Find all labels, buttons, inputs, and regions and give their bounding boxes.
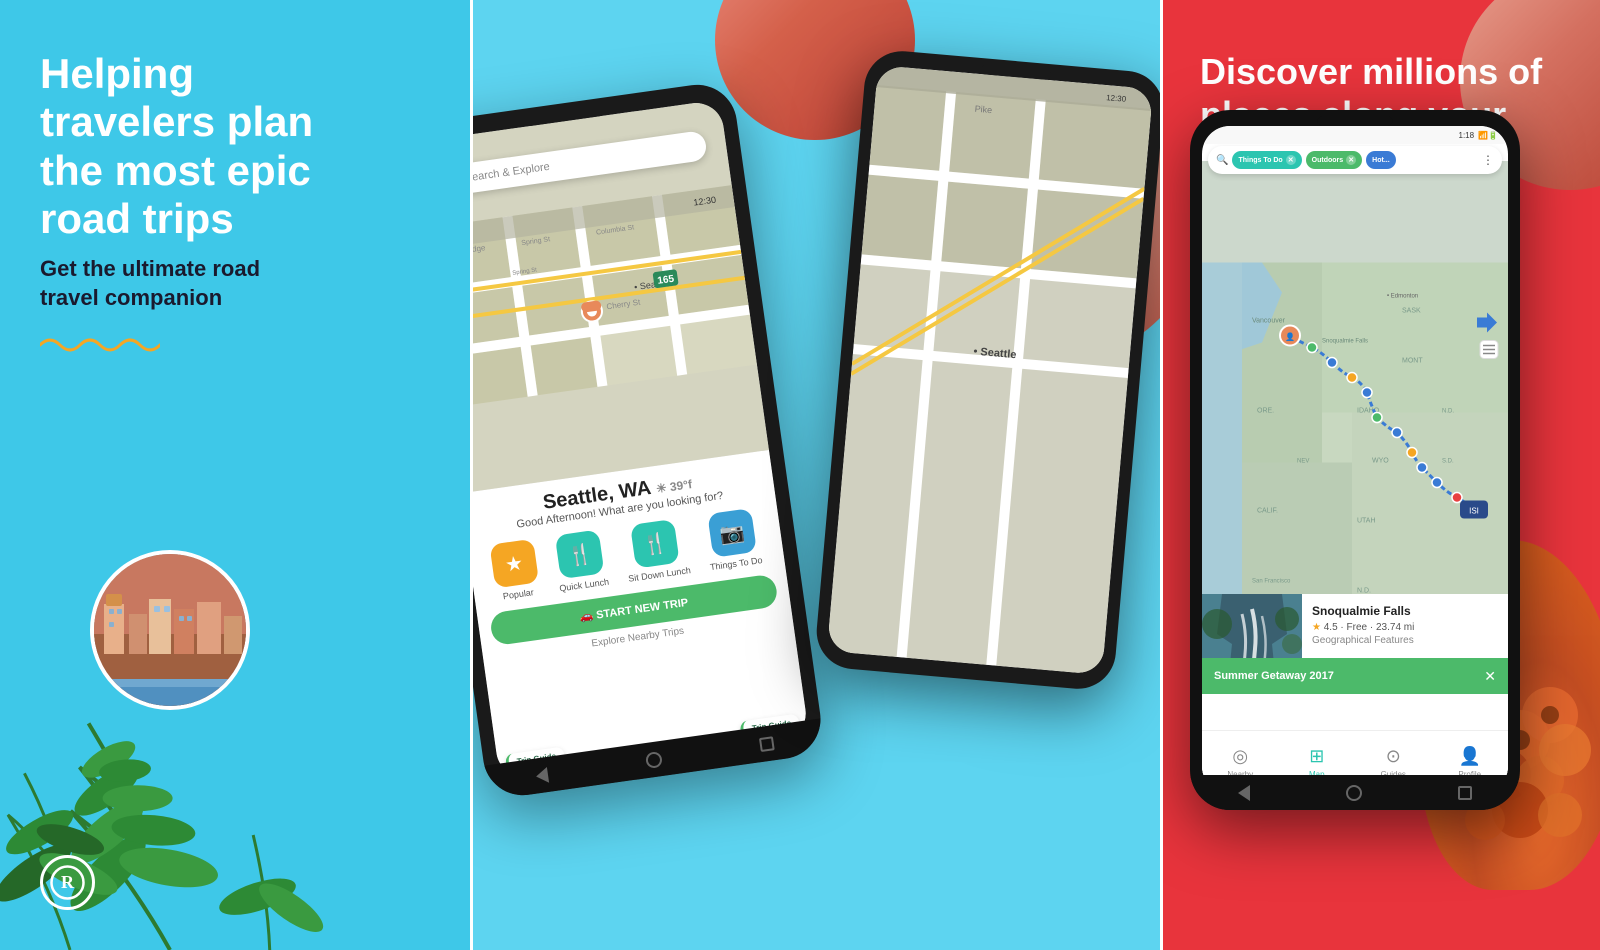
svg-text:UTAH: UTAH xyxy=(1357,518,1376,525)
recents-button[interactable] xyxy=(759,736,775,752)
svg-text:Vancouver: Vancouver xyxy=(1252,318,1286,325)
trip-name: Summer Getaway 2017 xyxy=(1214,670,1334,682)
trip-banner: Summer Getaway 2017 ✕ xyxy=(1202,658,1508,694)
phone1-screen: West Edge Spring St Columbia St Cherry S… xyxy=(470,99,809,780)
popular-icon-box: ★ xyxy=(489,539,539,589)
middle-panel: West Edge Spring St Columbia St Cherry S… xyxy=(470,0,1160,950)
place-type: Geographical Features xyxy=(1312,635,1498,646)
brand-logo: R xyxy=(40,855,95,910)
phone3-status: 1:18 xyxy=(1459,131,1475,140)
phone3-screen: 1:18 📶🔋 🔍 Things To Do ✕ Outdoors ✕ Hot.… xyxy=(1202,126,1508,794)
phone3-recents-button[interactable] xyxy=(1458,786,1472,800)
svg-text:ISI: ISI xyxy=(1469,507,1479,516)
svg-text:Snoqualmie Falls: Snoqualmie Falls xyxy=(1322,339,1368,345)
svg-text:ORE.: ORE. xyxy=(1257,408,1274,415)
svg-text:12:30: 12:30 xyxy=(1106,93,1127,104)
phone3-bottom-section: Snoqualmie Falls ★ 4.5 · Free · 23.74 mi… xyxy=(1202,594,1508,794)
phone2-screen: 12:30 Pike • Seattle xyxy=(827,65,1153,675)
quick-lunch-label: Quick Lunch xyxy=(559,577,610,594)
svg-text:CALIF.: CALIF. xyxy=(1257,508,1278,515)
svg-text:• Edmonton: • Edmonton xyxy=(1387,294,1418,300)
more-options-icon[interactable]: ⋮ xyxy=(1482,153,1494,167)
left-squiggle xyxy=(40,330,160,362)
svg-text:MONT: MONT xyxy=(1402,358,1423,365)
things-to-do-icon-item[interactable]: 📷 Things To Do xyxy=(703,508,763,573)
phone1-map: West Edge Spring St Columbia St Cherry S… xyxy=(470,99,769,493)
phone3-notch xyxy=(1318,116,1393,126)
svg-text:San Francisco: San Francisco xyxy=(1252,579,1291,585)
profile-icon: 👤 xyxy=(1459,746,1481,767)
phone2-device: 12:30 Pike • Seattle xyxy=(814,48,1160,692)
svg-text:SASK: SASK xyxy=(1402,308,1421,315)
search-placeholder: Search & Explore xyxy=(470,161,551,185)
svg-text:WYO: WYO xyxy=(1372,458,1389,465)
svg-text:Pike: Pike xyxy=(974,104,992,115)
svg-text:👤: 👤 xyxy=(1285,332,1295,342)
svg-text:NEV: NEV xyxy=(1297,459,1309,465)
left-panel: Helping travelers plan the most epic roa… xyxy=(0,0,470,950)
quick-lunch-icon-box: 🍴 xyxy=(555,530,605,580)
popular-label: Popular xyxy=(502,587,534,601)
phone3-home-button[interactable] xyxy=(1346,785,1362,801)
phone3-search-bar[interactable]: 🔍 Things To Do ✕ Outdoors ✕ Hot... ⋮ xyxy=(1208,146,1502,174)
nearby-icon: ◎ xyxy=(1232,746,1248,767)
sit-down-lunch-label: Sit Down Lunch xyxy=(628,565,692,584)
filter-chip-outdoors[interactable]: Outdoors ✕ xyxy=(1306,151,1363,169)
guides-icon: ⊙ xyxy=(1386,746,1401,767)
phone3-android-nav xyxy=(1190,775,1520,810)
phone3-back-button[interactable] xyxy=(1238,785,1250,801)
left-subheadline: Get the ultimate road travel companion xyxy=(40,255,320,312)
place-rating: ★ 4.5 · Free · 23.74 mi xyxy=(1312,622,1498,633)
divider-right xyxy=(1160,0,1163,950)
back-button[interactable] xyxy=(535,767,549,785)
place-name: Snoqualmie Falls xyxy=(1312,604,1498,618)
phone3-device: 1:18 📶🔋 🔍 Things To Do ✕ Outdoors ✕ Hot.… xyxy=(1190,110,1520,810)
svg-text:S.D.: S.D. xyxy=(1442,459,1454,465)
chip-x-things-to-do[interactable]: ✕ xyxy=(1286,155,1296,165)
home-button[interactable] xyxy=(645,750,663,768)
phone1-device: West Edge Spring St Columbia St Cherry S… xyxy=(470,80,826,801)
sit-down-lunch-icon-item[interactable]: 🍴 Sit Down Lunch xyxy=(621,518,692,584)
things-to-do-icon-box: 📷 xyxy=(707,508,757,558)
divider-left xyxy=(470,0,473,950)
city-photo xyxy=(90,550,250,710)
filter-chip-hotels[interactable]: Hot... xyxy=(1366,151,1396,169)
filter-chip-things-to-do[interactable]: Things To Do ✕ xyxy=(1232,151,1301,169)
svg-text:R: R xyxy=(61,872,75,892)
right-panel: Discover millions of places along your r… xyxy=(1160,0,1600,950)
map-icon: ⊞ xyxy=(1309,746,1324,767)
sit-down-lunch-icon-box: 🍴 xyxy=(630,519,680,569)
quick-lunch-icon-item[interactable]: 🍴 Quick Lunch xyxy=(552,529,610,593)
svg-text:N.D.: N.D. xyxy=(1442,409,1454,415)
things-to-do-label: Things To Do xyxy=(709,555,763,572)
search-icon: 🔍 xyxy=(1216,155,1228,166)
popular-icon-item[interactable]: ★ Popular xyxy=(489,539,541,603)
left-headline: Helping travelers plan the most epic roa… xyxy=(40,50,370,243)
close-trip-banner-icon[interactable]: ✕ xyxy=(1484,668,1496,685)
chip-x-outdoors[interactable]: ✕ xyxy=(1346,155,1356,165)
